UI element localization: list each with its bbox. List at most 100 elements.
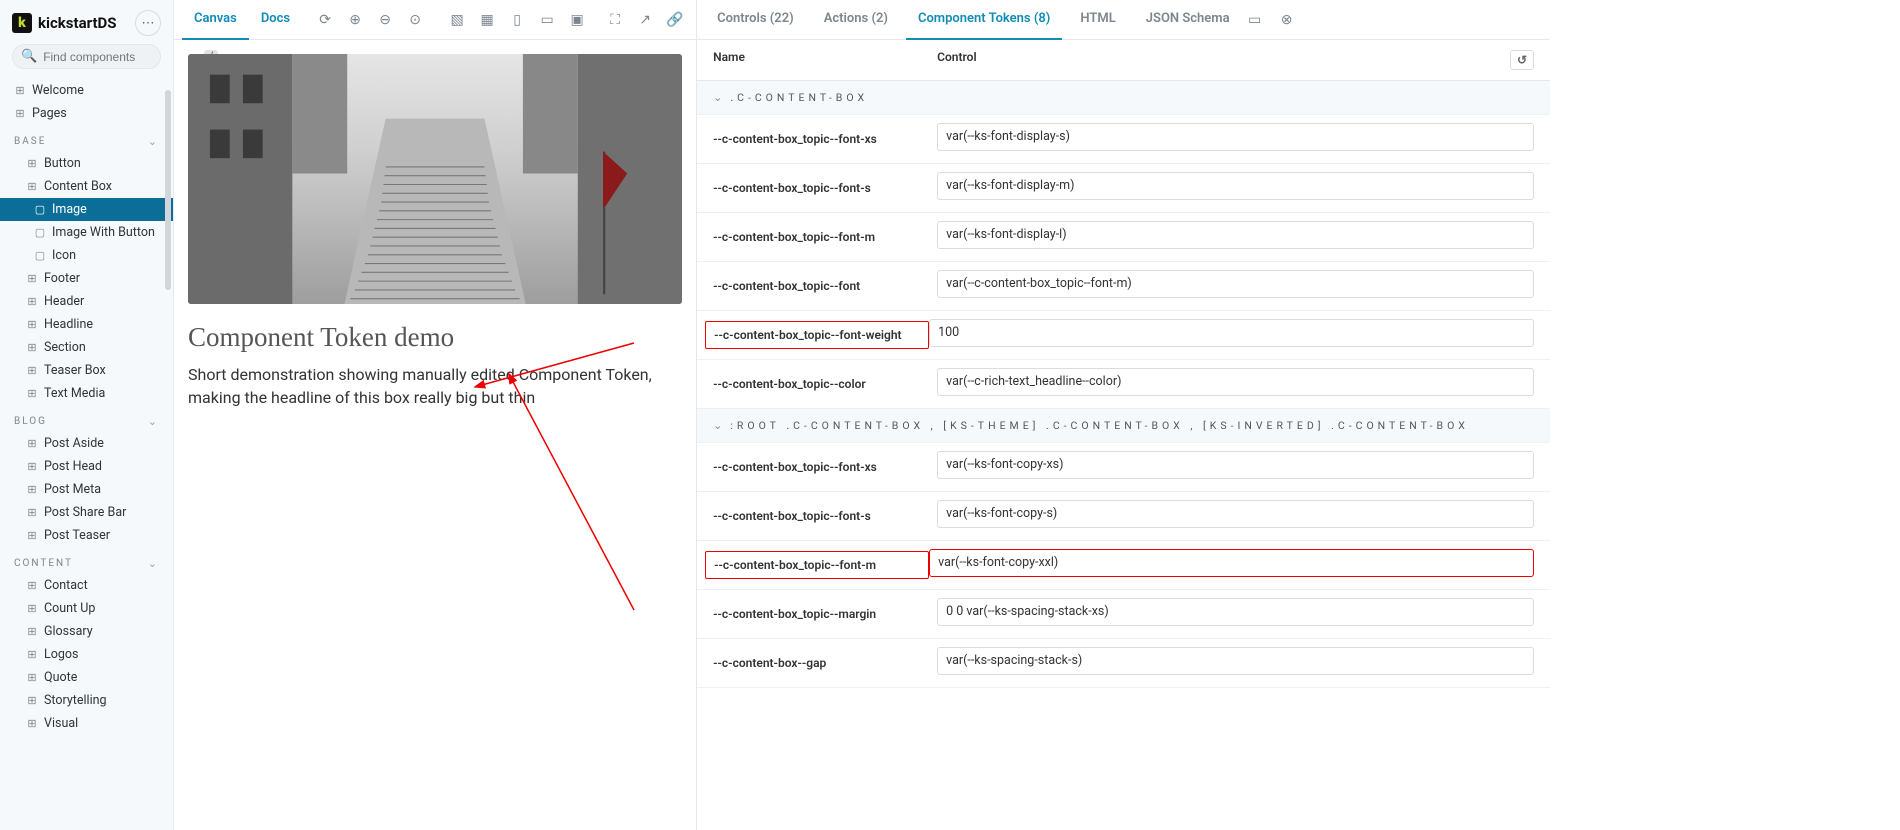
sidebar-item[interactable]: ⊞Welcome bbox=[0, 79, 173, 102]
component-icon: ⊞ bbox=[26, 387, 38, 400]
token-value-input[interactable]: var(--ks-font-copy-xxl) bbox=[929, 549, 1534, 577]
sidebar-item[interactable]: ⊞Storytelling bbox=[0, 689, 173, 712]
component-icon: ⊞ bbox=[26, 529, 38, 542]
component-icon: ⊞ bbox=[26, 717, 38, 730]
sidebar-item-label: Post Aside bbox=[44, 436, 104, 451]
sidebar-scrollbar[interactable] bbox=[165, 90, 171, 290]
reset-button[interactable]: ↺ bbox=[1510, 50, 1534, 70]
sidebar-item[interactable]: ⊞ Content Box bbox=[0, 175, 173, 198]
measure-icon[interactable]: ▣ bbox=[564, 7, 590, 33]
sidebar-item[interactable]: ⊞Contact bbox=[0, 574, 173, 597]
sidebar-item[interactable]: ⊞Button bbox=[0, 152, 173, 175]
component-icon: ⊞ bbox=[26, 272, 38, 285]
tab-json-schema[interactable]: JSON Schema bbox=[1134, 0, 1242, 40]
addons-close-icon[interactable]: ⊗ bbox=[1274, 7, 1300, 33]
token-value-input[interactable]: 100 bbox=[929, 319, 1534, 347]
sidebar-group-header[interactable]: CONTENT⌄ bbox=[0, 547, 173, 574]
component-icon: ⊞ bbox=[26, 295, 38, 308]
zoom-reset-icon[interactable]: ⊙ bbox=[402, 7, 428, 33]
sidebar-item-label: Header bbox=[44, 294, 84, 309]
sidebar-item-label: Visual bbox=[44, 716, 78, 731]
token-value-input[interactable]: var(--ks-spacing-stack-s) bbox=[937, 647, 1534, 675]
sidebar-item[interactable]: ⊞ Glossary bbox=[0, 620, 173, 643]
sidebar-item[interactable]: ⊞ Header bbox=[0, 290, 173, 313]
token-value-input[interactable]: var(--ks-font-display-l) bbox=[937, 221, 1534, 249]
tokens-section-header[interactable]: ⌄:ROOT .C-CONTENT-BOX , [KS-THEME] .C-CO… bbox=[697, 409, 1550, 443]
refresh-icon[interactable]: ⟳ bbox=[312, 7, 338, 33]
token-name: --c-content-box--gap bbox=[713, 656, 937, 670]
sidebar-item[interactable]: ⊞Post Head bbox=[0, 455, 173, 478]
sidebar-item-label: Content Box bbox=[44, 179, 112, 194]
token-value-input[interactable]: var(--c-rich-text_headline--color) bbox=[937, 368, 1534, 396]
sidebar-item[interactable]: ⊞Post Aside bbox=[0, 432, 173, 455]
tab-component-tokens[interactable]: Component Tokens (8) bbox=[906, 0, 1062, 40]
token-value-input[interactable]: var(--ks-font-copy-xs) bbox=[937, 451, 1534, 479]
sidebar-item[interactable]: ⊞Pages bbox=[0, 102, 173, 125]
component-icon: ⊞ bbox=[26, 602, 38, 615]
sidebar-item[interactable]: ⊞ Post Teaser bbox=[0, 524, 173, 547]
grid-icon[interactable]: ▦ bbox=[474, 7, 500, 33]
token-row: --c-content-box_topic--font-svar(--ks-fo… bbox=[697, 492, 1550, 541]
sidebar-story-item[interactable]: ▢Image bbox=[0, 198, 173, 221]
viewport-large-icon[interactable]: ▭ bbox=[534, 7, 560, 33]
search-input-wrap[interactable]: 🔍 / bbox=[12, 44, 161, 69]
token-name: --c-content-box_topic--font-m bbox=[713, 230, 937, 244]
sidebar-item[interactable]: ⊞Footer bbox=[0, 267, 173, 290]
brand-logo[interactable]: k kickstartDS bbox=[12, 13, 117, 33]
sidebar-item-label: Image With Button bbox=[52, 225, 155, 240]
fullscreen-icon[interactable]: ⛶ bbox=[602, 7, 628, 33]
token-row: --c-content-box_topic--font-weight100 bbox=[697, 311, 1550, 360]
sidebar-group-name: BASE bbox=[14, 136, 46, 147]
sidebar-item[interactable]: ⊞ Visual bbox=[0, 712, 173, 735]
search-icon: 🔍 bbox=[21, 49, 37, 64]
tab-html[interactable]: HTML bbox=[1068, 0, 1127, 40]
sidebar-group-header[interactable]: BASE⌄ bbox=[0, 125, 173, 152]
zoom-in-icon[interactable]: ⊕ bbox=[342, 7, 368, 33]
component-icon: ⊞ bbox=[26, 180, 38, 193]
sidebar-item[interactable]: ⊞Text Media bbox=[0, 382, 173, 405]
tab-docs[interactable]: Docs bbox=[249, 0, 302, 40]
addons-panel: Controls (22) Actions (2) Component Toke… bbox=[697, 0, 1550, 830]
sidebar-story-item[interactable]: ▢Icon bbox=[0, 244, 173, 267]
sidebar-item[interactable]: ⊞Section bbox=[0, 336, 173, 359]
token-row: --c-content-box_topic--fontvar(--c-conte… bbox=[697, 262, 1550, 311]
tokens-section-header[interactable]: ⌄.C-CONTENT-BOX bbox=[697, 81, 1550, 115]
token-value-input[interactable]: var(--ks-font-display-s) bbox=[937, 123, 1534, 151]
sidebar-item-label: Glossary bbox=[44, 624, 93, 639]
sidebar-item[interactable]: ⊞Teaser Box bbox=[0, 359, 173, 382]
zoom-out-icon[interactable]: ⊖ bbox=[372, 7, 398, 33]
sidebar-item[interactable]: ⊞Logos bbox=[0, 643, 173, 666]
addons-orientation-icon[interactable]: ▭ bbox=[1242, 7, 1268, 33]
tokens-header-name: Name bbox=[713, 50, 937, 70]
sidebar-item-label: Storytelling bbox=[44, 693, 107, 708]
token-value-input[interactable]: var(--c-content-box_topic--font-m) bbox=[937, 270, 1534, 298]
token-value-input[interactable]: var(--ks-font-display-m) bbox=[937, 172, 1534, 200]
sidebar-group-header[interactable]: BLOG⌄ bbox=[0, 405, 173, 432]
sidebar-item-label: Post Teaser bbox=[44, 528, 110, 543]
tab-controls[interactable]: Controls (22) bbox=[705, 0, 806, 40]
sidebar-item[interactable]: ⊞Headline bbox=[0, 313, 173, 336]
sidebar-group-name: BLOG bbox=[14, 416, 47, 427]
tab-actions[interactable]: Actions (2) bbox=[812, 0, 900, 40]
token-name: --c-content-box_topic--font-s bbox=[713, 181, 937, 195]
sidebar-item[interactable]: ⊞Post Share Bar bbox=[0, 501, 173, 524]
token-value-input[interactable]: var(--ks-font-copy-s) bbox=[937, 500, 1534, 528]
brand-mark-icon: k bbox=[12, 13, 32, 33]
component-icon: ⊞ bbox=[26, 625, 38, 638]
tab-canvas[interactable]: Canvas bbox=[182, 0, 249, 40]
token-row: --c-content-box_topic--margin0 0 var(--k… bbox=[697, 590, 1550, 639]
sidebar-story-item[interactable]: ▢Image With Button bbox=[0, 221, 173, 244]
link-icon[interactable]: 🔗 bbox=[662, 7, 688, 33]
sidebar-menu-button[interactable]: ⋯ bbox=[135, 10, 161, 36]
sidebar-item[interactable]: ⊞Count Up bbox=[0, 597, 173, 620]
viewport-small-icon[interactable]: ▯ bbox=[504, 7, 530, 33]
sidebar-item-label: Post Head bbox=[44, 459, 102, 474]
token-name: --c-content-box_topic--margin bbox=[713, 607, 937, 621]
sidebar-item[interactable]: ⊞Post Meta bbox=[0, 478, 173, 501]
tokens-section-name: :ROOT .C-CONTENT-BOX , [KS-THEME] .C-CON… bbox=[730, 419, 1468, 432]
token-value-input[interactable]: 0 0 var(--ks-spacing-stack-xs) bbox=[937, 598, 1534, 626]
open-external-icon[interactable]: ↗ bbox=[632, 7, 658, 33]
background-icon[interactable]: ▧ bbox=[444, 7, 470, 33]
sidebar-item[interactable]: ⊞Quote bbox=[0, 666, 173, 689]
token-row: --c-content-box_topic--font-mvar(--ks-fo… bbox=[697, 213, 1550, 262]
